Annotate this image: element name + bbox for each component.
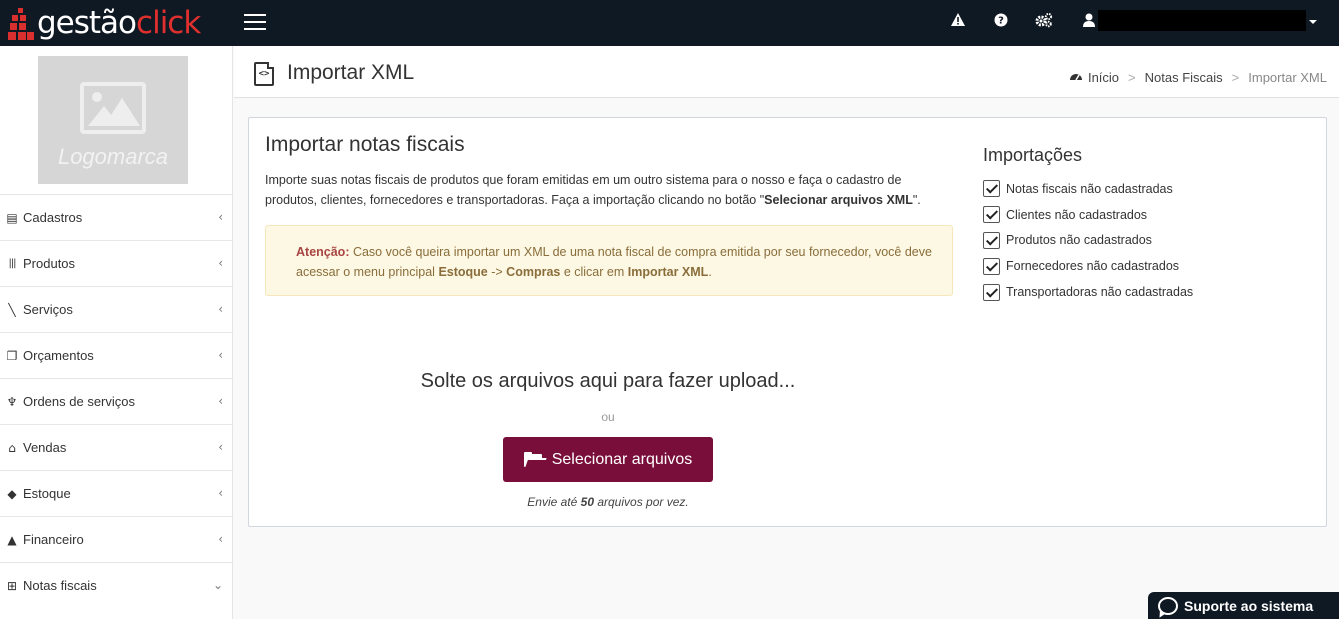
chevron-left-icon: ‹ [218,210,223,224]
option-produtos[interactable]: Produtos não cadastrados [983,228,1193,254]
sidebar-item-label: Produtos [23,256,76,271]
option-label: Notas fiscais não cadastradas [1006,181,1173,196]
chevron-left-icon: ‹ [218,348,223,362]
sidebar-item-cadastros[interactable]: ▤ Cadastros ‹ [0,194,233,240]
trophy-icon: ♆ [6,394,18,409]
option-transportadoras[interactable]: Transportadoras não cadastradas [983,279,1193,305]
sidebar-item-label: Cadastros [23,210,83,225]
sidebar-item-servicos[interactable]: ╲ Serviços ‹ [0,286,233,332]
help-icon[interactable]: ? [991,12,1011,32]
breadcrumb-notas-fiscais-link[interactable]: Notas Fiscais [1145,70,1223,85]
checkbox-checked[interactable] [983,231,1000,249]
dashboard-icon [1069,70,1083,85]
company-logo-placeholder[interactable]: Logomarca [38,56,188,184]
breadcrumb: Início > Notas Fiscais > Importar XML [1069,70,1327,85]
or-text: ou [601,410,615,424]
menu-toggle-icon[interactable] [244,14,266,30]
option-clientes[interactable]: Clientes não cadastrados [983,202,1193,228]
support-label: Suporte ao sistema [1184,597,1314,614]
chevron-down-icon: ⌄ [212,578,223,592]
option-label: Fornecedores não cadastrados [1006,259,1180,274]
sidebar-item-notas-fiscais[interactable]: ⊞ Notas fiscais ⌄ [0,562,233,608]
svg-text:?: ? [998,16,1004,27]
sidebar-menu: ▤ Cadastros ‹ ||| Produtos ‹ ╲ Serviços … [0,194,233,608]
sitemap-icon: ⊞ [6,578,18,593]
select-files-button[interactable]: Selecionar arquivos [503,437,713,482]
sidebar-item-label: Serviços [23,302,73,317]
select-files-label: Selecionar arquivos [551,450,693,468]
warning-icon[interactable] [948,12,968,32]
option-notas-fiscais[interactable]: Notas fiscais não cadastradas [983,176,1193,202]
section-title: Importar notas fiscais [265,133,465,156]
copy-icon: ❐ [6,348,18,363]
checkbox-checked[interactable] [983,283,1000,301]
image-placeholder-icon [80,82,146,134]
option-label: Clientes não cadastrados [1006,207,1148,222]
user-name-redacted[interactable] [1098,10,1306,31]
chevron-left-icon: ‹ [218,440,223,454]
user-menu-caret-icon[interactable] [1309,20,1317,24]
sidebar-item-vendas[interactable]: ⌂ Vendas ‹ [0,424,233,470]
sidebar-item-label: Vendas [23,440,67,455]
sidebar-item-label: Orçamentos [23,348,94,363]
sidebar-item-label: Financeiro [23,532,84,547]
support-chat-button[interactable]: Suporte ao sistema [1148,592,1339,619]
checkbox-checked[interactable] [983,180,1000,198]
chevron-left-icon: ‹ [218,302,223,316]
wrench-icon: ╲ [8,302,16,317]
upload-limit-text: Envie até 50 arquivos por vez. [527,495,689,509]
logomarca-label: Logomarca [57,144,169,169]
breadcrumb-home-link[interactable]: Início [1088,70,1119,85]
cube-icon: ◆ [7,486,17,501]
sidebar-item-label: Ordens de serviços [23,394,135,409]
import-box: Importar notas fiscais Importe suas nota… [248,117,1327,527]
user-icon[interactable] [1079,12,1099,32]
sidebar-item-ordens-de-servicos[interactable]: ♆ Ordens de serviços ‹ [0,378,233,424]
sidebar-item-orcamentos[interactable]: ❐ Orçamentos ‹ [0,332,233,378]
option-fornecedores[interactable]: Fornecedores não cadastrados [983,253,1193,279]
section-description: Importe suas notas fiscais de produtos q… [265,173,921,207]
page-title: Importar XML [287,61,415,84]
checkbox-checked[interactable] [983,206,1000,224]
sidebar-item-financeiro[interactable]: ▲ Financeiro ‹ [0,516,233,562]
dropzone-text[interactable]: Solte os arquivos aqui para fazer upload… [249,370,967,393]
sidebar-item-produtos[interactable]: ||| Produtos ‹ [0,240,233,286]
barcode-icon: ||| [8,258,16,269]
sidebar-item-label: Notas fiscais [23,578,97,593]
breadcrumb-current: Importar XML [1248,70,1327,85]
folder-open-icon [523,452,547,467]
chevron-left-icon: ‹ [218,486,223,500]
money-bag-icon: ▲ [7,532,17,547]
sidebar: Logomarca ▤ Cadastros ‹ ||| Produtos ‹ ╲… [0,46,233,619]
importacoes-options: Notas fiscais não cadastradas Clientes n… [983,176,1193,305]
app-logo[interactable]: gestãoclick [8,3,201,43]
logo-bricks-icon [8,6,34,40]
logo-text: gestãoclick [37,4,201,41]
breadcrumb-separator: > [1128,70,1136,85]
list-icon: ▤ [6,210,18,225]
option-label: Transportadoras não cadastradas [1006,285,1194,300]
sidebar-item-label: Estoque [23,486,71,501]
settings-cogs-icon[interactable] [1034,12,1054,32]
chevron-left-icon: ‹ [218,394,223,408]
sidebar-item-estoque[interactable]: ◆ Estoque ‹ [0,470,233,516]
basket-icon: ⌂ [8,440,16,455]
option-label: Produtos não cadastrados [1006,233,1152,248]
chat-bubble-icon [1158,596,1178,615]
top-navbar: gestãoclick ? [0,0,1339,46]
checkbox-checked[interactable] [983,257,1000,275]
file-code-icon: <> [254,62,274,86]
breadcrumb-separator: > [1231,70,1240,85]
chevron-left-icon: ‹ [218,532,223,546]
importacoes-title: Importações [983,145,1083,165]
warning-alert: Atenção: Caso você queira importar um XM… [265,225,953,296]
content-header: <> Importar XML Início > Notas Fiscais >… [234,46,1339,98]
chevron-left-icon: ‹ [218,256,223,270]
